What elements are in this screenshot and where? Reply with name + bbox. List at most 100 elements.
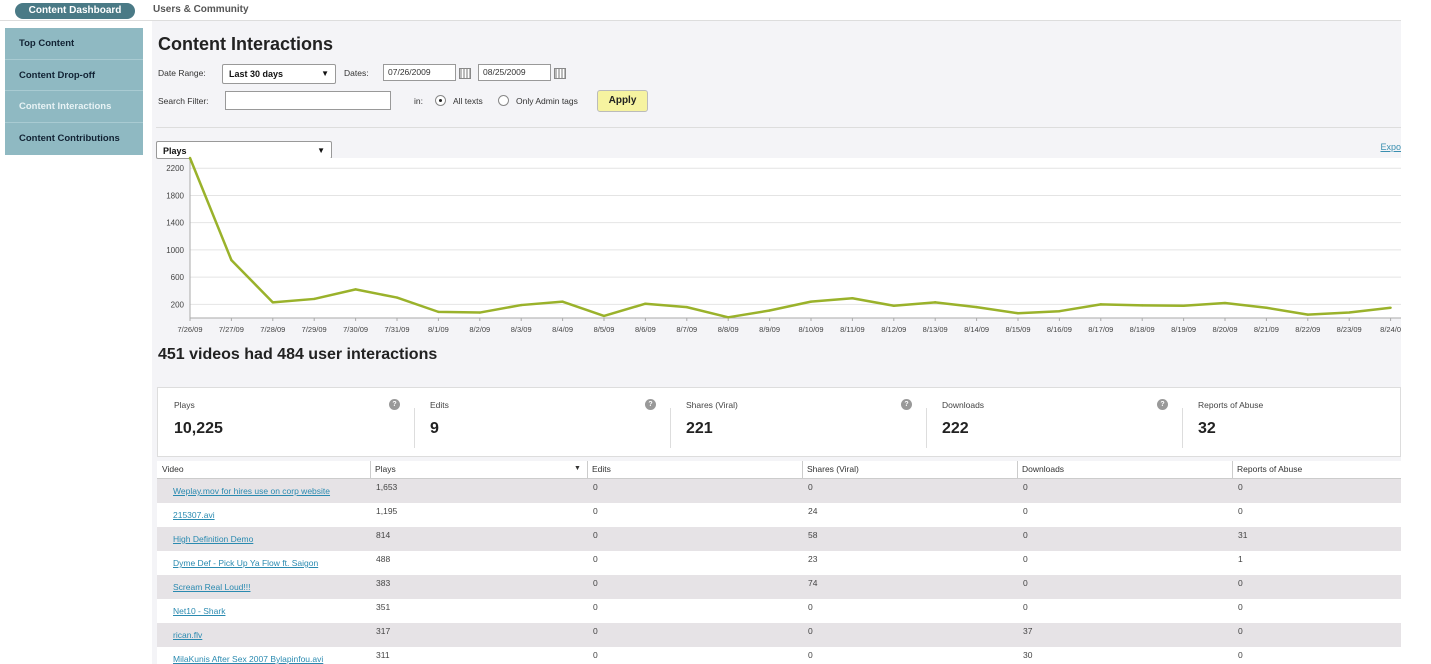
table-cell: 0 [593, 602, 598, 612]
radio-all-texts[interactable] [435, 95, 446, 106]
date-from-field[interactable]: 07/26/2009 [383, 64, 456, 81]
table-cell: 0 [808, 482, 813, 492]
x-tick-label: 7/26/09 [177, 325, 202, 334]
tab-users-community[interactable]: Users & Community [153, 4, 249, 15]
stat-label: Plays [174, 400, 195, 410]
x-tick-label: 8/2/09 [469, 325, 490, 334]
video-title-link[interactable]: Scream Real Loud!!! [173, 578, 250, 596]
stat-value: 221 [686, 420, 713, 437]
stat-value: 9 [430, 420, 439, 437]
data-point [934, 301, 937, 304]
col-plays[interactable]: Plays [370, 461, 587, 478]
date-to-field[interactable]: 08/25/2009 [478, 64, 551, 81]
search-input[interactable] [225, 91, 391, 110]
help-icon[interactable]: ? [1157, 399, 1168, 410]
sidebar-item-content-interactions[interactable]: Content Interactions [5, 91, 143, 123]
table-cell: 0 [1238, 578, 1243, 588]
table-row: Scream Real Loud!!! 383 0 74 0 0 [157, 575, 1401, 599]
data-point [1223, 301, 1227, 305]
stat-plays: Plays 10,225 ? [158, 388, 414, 456]
stat-label: Reports of Abuse [1198, 400, 1264, 410]
help-icon[interactable]: ? [901, 399, 912, 410]
stat-label: Shares (Viral) [686, 400, 738, 410]
video-title-link[interactable]: 215307.avi [173, 506, 215, 524]
stat-value: 222 [942, 420, 969, 437]
stat-divider [1182, 408, 1183, 448]
date-range-value: Last 30 days [229, 69, 284, 79]
main-panel: Content Interactions Date Range: Last 30… [152, 21, 1401, 664]
video-title-link[interactable]: Weplay.mov for hires use on corp website [173, 482, 330, 500]
help-icon[interactable]: ? [645, 399, 656, 410]
stat-label: Edits [430, 400, 449, 410]
tab-content-dashboard[interactable]: Content Dashboard [15, 3, 135, 19]
table-cell: 74 [808, 578, 818, 588]
calendar-icon[interactable] [459, 68, 471, 79]
export-link[interactable]: Expo [1380, 142, 1401, 152]
x-tick-label: 8/19/09 [1171, 325, 1196, 334]
data-point [1141, 304, 1144, 307]
col-downloads[interactable]: Downloads [1017, 461, 1232, 478]
table-row: 215307.avi 1,195 0 24 0 0 [157, 503, 1401, 527]
stat-divider [926, 408, 927, 448]
data-point [1182, 304, 1185, 307]
table-row: Net10 - Shark 351 0 0 0 0 [157, 599, 1401, 623]
x-tick-label: 8/24/0 [1380, 325, 1401, 334]
table-cell: 0 [1023, 482, 1028, 492]
sidebar-item-top-content[interactable]: Top Content [5, 28, 143, 60]
date-range-select[interactable]: Last 30 days ▼ [222, 64, 336, 84]
x-tick-label: 7/31/09 [384, 325, 409, 334]
sidebar-item-content-drop-off[interactable]: Content Drop-off [5, 60, 143, 91]
x-tick-label: 8/10/09 [798, 325, 823, 334]
x-tick-label: 8/15/09 [1005, 325, 1030, 334]
x-tick-label: 8/17/09 [1088, 325, 1113, 334]
video-title-link[interactable]: High Definition Demo [173, 530, 253, 548]
video-title-link[interactable]: Dyme Def - Pick Up Ya Flow ft. Saigon [173, 554, 318, 572]
stat-value: 32 [1198, 420, 1216, 437]
video-title-link[interactable]: rican.flv [173, 626, 202, 644]
table-row: MilaKunis After Sex 2007 Bylapinfou.avi 3… [157, 647, 1401, 664]
x-tick-label: 8/8/09 [718, 325, 739, 334]
apply-button[interactable]: Apply [597, 90, 648, 112]
data-point [602, 314, 606, 318]
data-point [561, 300, 564, 303]
y-tick-label: 1000 [166, 246, 184, 255]
y-tick-label: 200 [171, 300, 185, 309]
col-reports-of-abuse[interactable]: Reports of Abuse [1232, 461, 1401, 478]
col-shares[interactable]: Shares (Viral) [802, 461, 1017, 478]
stats-panel: Plays 10,225 ? Edits 9 ? Shares (Viral) … [157, 387, 1401, 457]
sidebar-item-content-contributions[interactable]: Content Contributions [5, 123, 143, 155]
dates-label: Dates: [344, 68, 369, 78]
radio-only-admin-tags[interactable] [498, 95, 509, 106]
x-tick-label: 8/20/09 [1212, 325, 1237, 334]
table-cell: 23 [808, 554, 818, 564]
y-tick-label: 1400 [166, 219, 184, 228]
table-cell: 24 [808, 506, 818, 516]
col-video[interactable]: Video [157, 461, 370, 478]
col-edits[interactable]: Edits [587, 461, 802, 478]
x-tick-label: 8/11/09 [840, 325, 864, 334]
table-cell: 0 [1023, 506, 1028, 516]
table-cell: 0 [1023, 578, 1028, 588]
help-icon[interactable]: ? [389, 399, 400, 410]
video-title-link[interactable]: Net10 - Shark [173, 602, 225, 620]
table-cell: 814 [376, 530, 391, 540]
stat-edits: Edits 9 ? [414, 388, 670, 456]
top-tab-bar: Content Dashboard Users & Community [0, 0, 1401, 21]
sort-desc-icon[interactable]: ▼ [574, 465, 581, 472]
x-tick-label: 8/12/09 [881, 325, 906, 334]
data-point [1265, 306, 1268, 309]
data-point [1306, 313, 1310, 316]
video-title-link[interactable]: MilaKunis After Sex 2007 Bylapinfou.avi [173, 650, 323, 664]
table-cell: 31 [1238, 530, 1248, 540]
x-tick-label: 8/5/09 [594, 325, 615, 334]
x-tick-label: 8/16/09 [1047, 325, 1072, 334]
table-cell: 0 [808, 602, 813, 612]
plays-line-chart: 200 600 1000 1400 1800 2200 7/26/09 7/27/09 7/28… [166, 156, 1401, 334]
calendar-icon[interactable] [554, 68, 566, 79]
data-point [809, 300, 813, 303]
table-cell: 0 [593, 578, 598, 588]
table-cell: 0 [1023, 530, 1028, 540]
table-cell: 0 [808, 650, 813, 660]
table-cell: 351 [376, 602, 391, 612]
table-cell: 58 [808, 530, 818, 540]
